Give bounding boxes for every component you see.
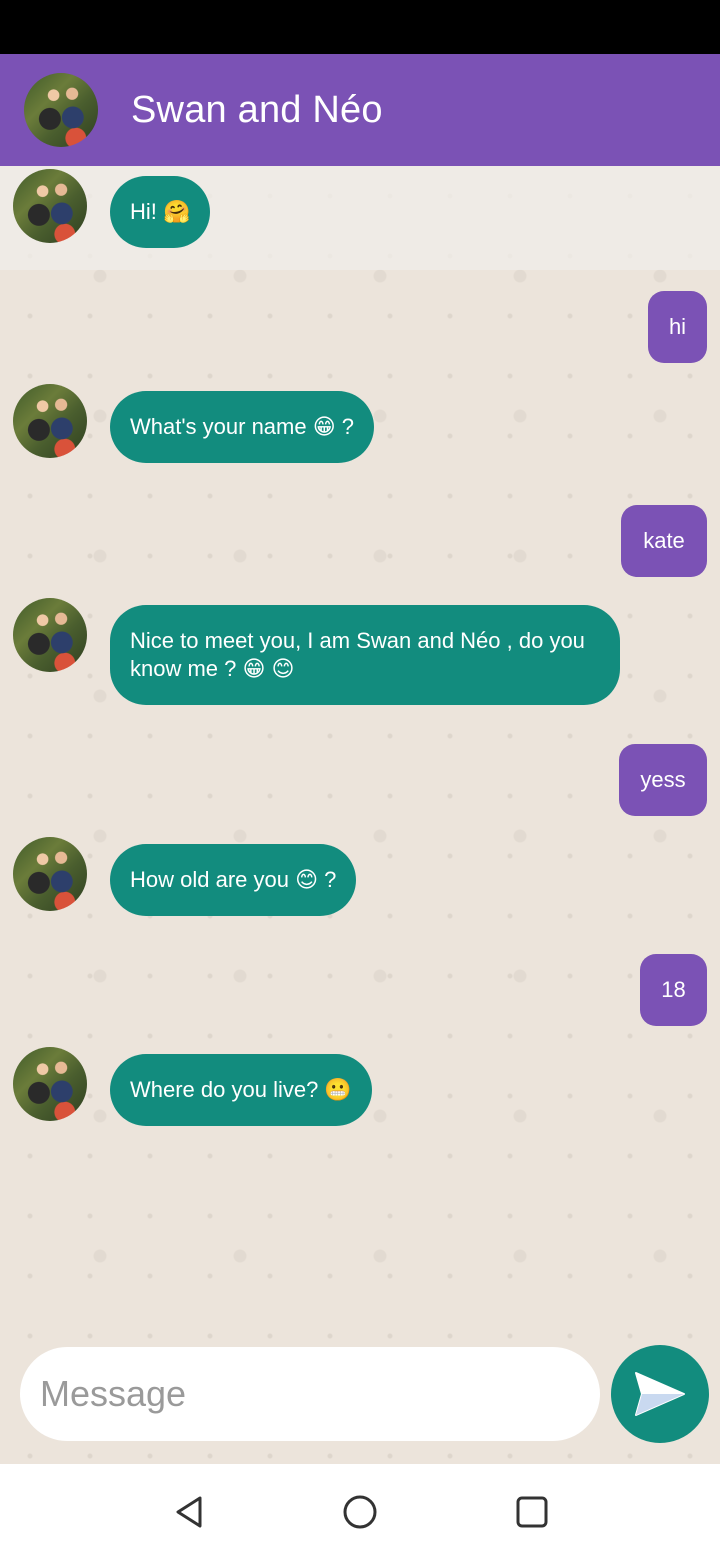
message-avatar bbox=[13, 169, 87, 243]
back-icon[interactable] bbox=[170, 1492, 210, 1532]
message-avatar bbox=[13, 837, 87, 911]
message-avatar bbox=[13, 384, 87, 458]
recents-icon[interactable] bbox=[512, 1492, 552, 1532]
incoming-message[interactable]: Where do you live? 😬 bbox=[110, 1054, 372, 1126]
message-composer bbox=[20, 1347, 600, 1441]
system-nav-bar bbox=[0, 1464, 720, 1560]
app-bar: Swan and Néo bbox=[0, 54, 720, 166]
contact-avatar[interactable] bbox=[24, 73, 98, 147]
incoming-message[interactable]: Hi! 🤗 bbox=[110, 176, 211, 248]
outgoing-message[interactable]: kate bbox=[621, 505, 707, 577]
chat-top-tint bbox=[0, 166, 720, 270]
outgoing-message[interactable]: yess bbox=[619, 744, 707, 816]
chat-title: Swan and Néo bbox=[131, 88, 383, 131]
message-avatar bbox=[13, 1047, 87, 1121]
incoming-message[interactable]: What's your name 😁 ? bbox=[110, 391, 374, 463]
outgoing-message[interactable]: hi bbox=[648, 291, 707, 363]
message-avatar bbox=[13, 598, 87, 672]
incoming-message[interactable]: Nice to meet you, I am Swan and Néo , do… bbox=[110, 605, 620, 705]
chat-area[interactable]: Hi! 🤗 hi What's your name 😁 ? kate Nice … bbox=[0, 166, 720, 1464]
send-icon bbox=[635, 1372, 685, 1416]
status-bar bbox=[0, 0, 720, 54]
message-input[interactable] bbox=[40, 1373, 580, 1415]
send-button[interactable] bbox=[611, 1345, 709, 1443]
outgoing-message[interactable]: 18 bbox=[640, 954, 707, 1026]
incoming-message[interactable]: How old are you 😊 ? bbox=[110, 844, 357, 916]
home-icon[interactable] bbox=[340, 1492, 380, 1532]
